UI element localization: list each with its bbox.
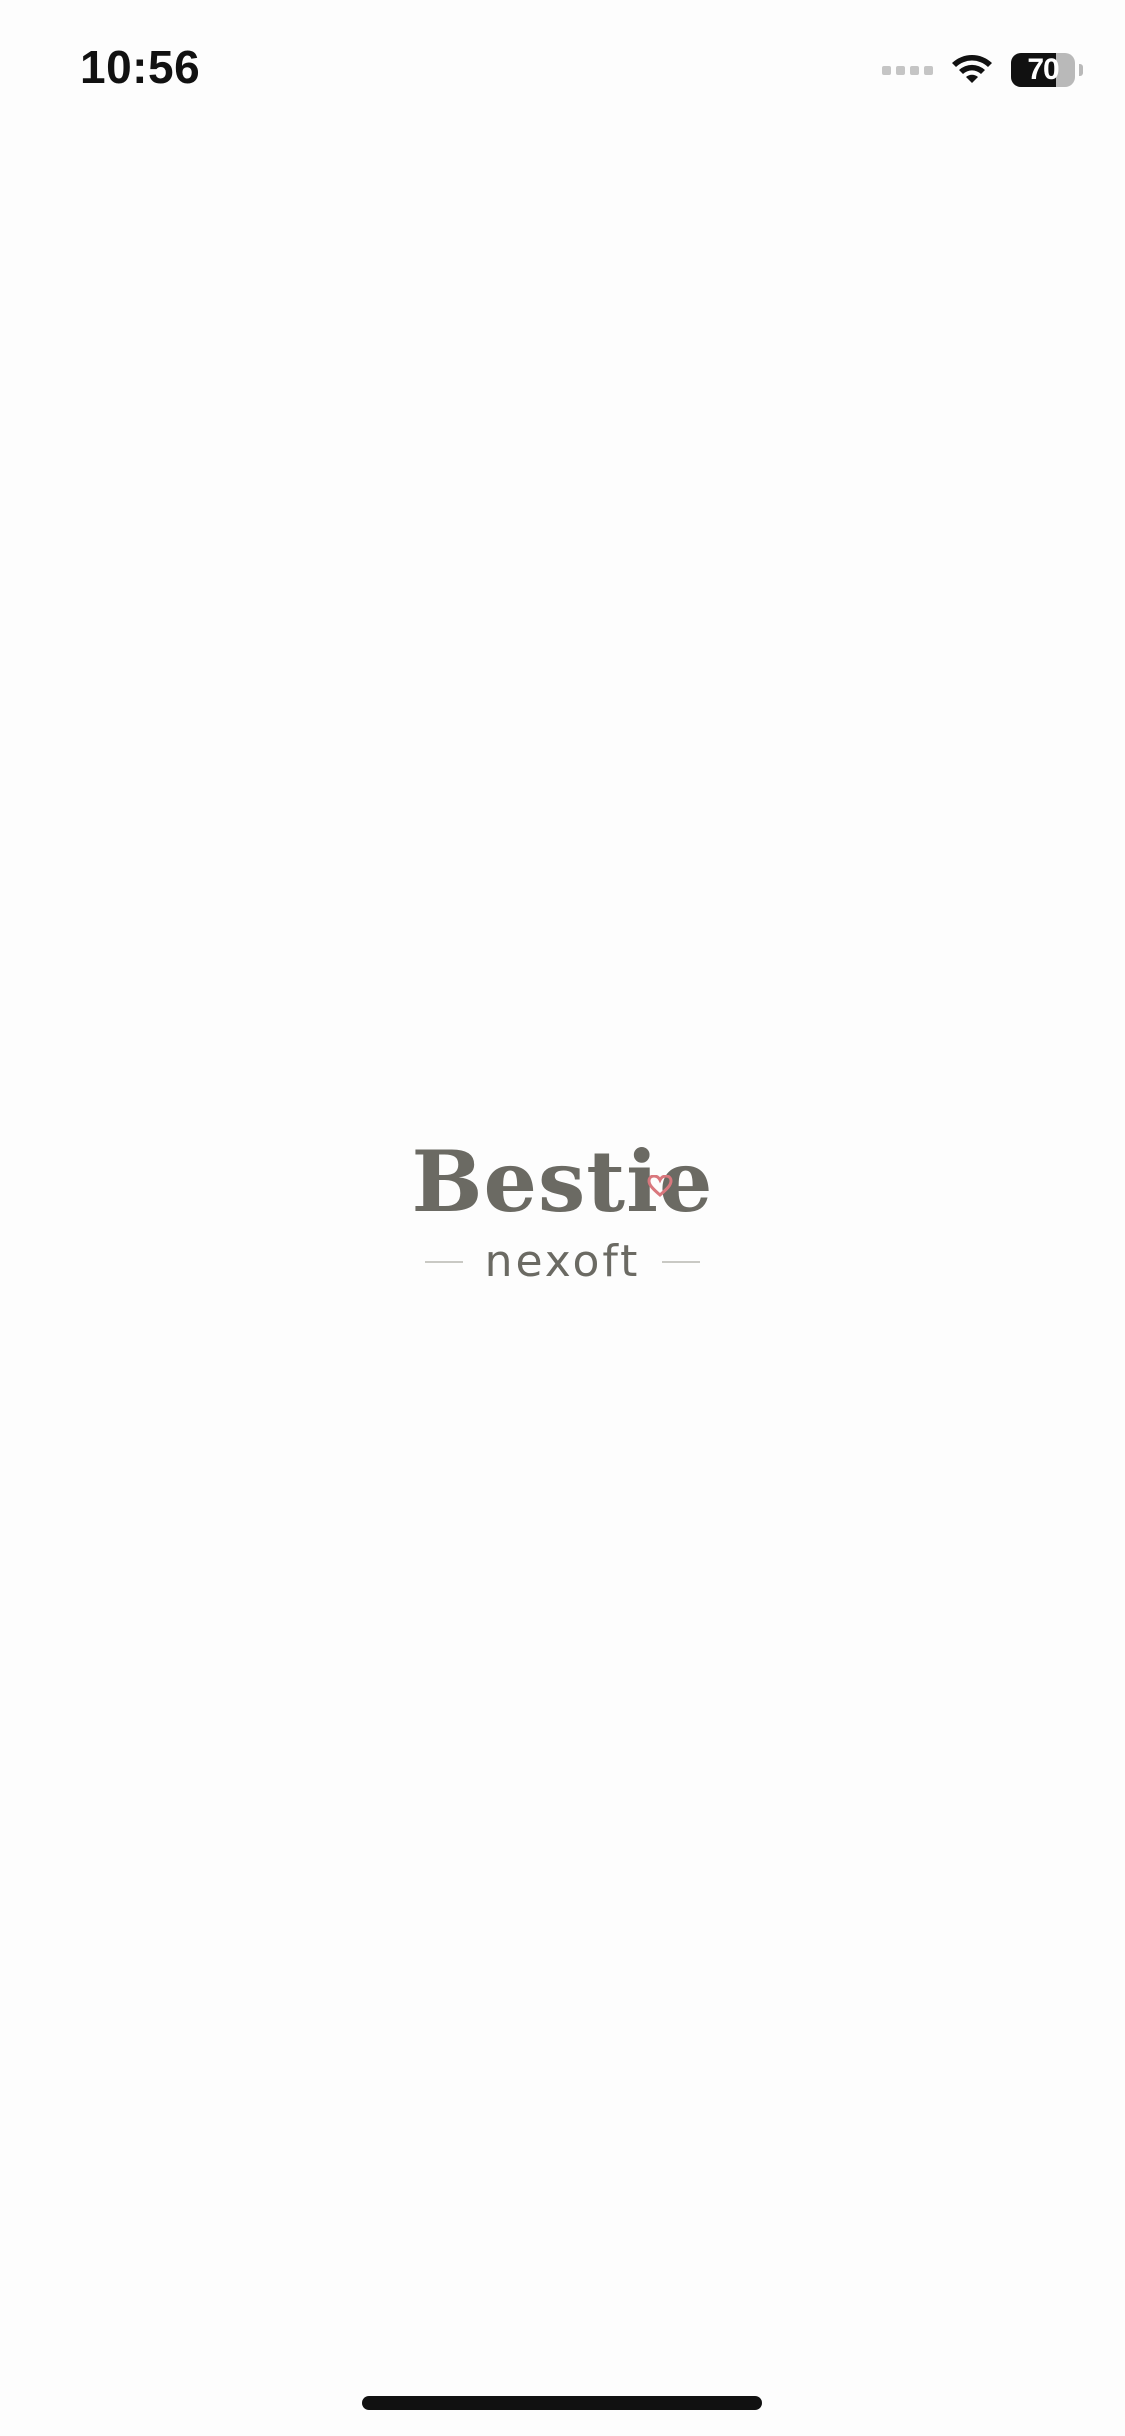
home-indicator[interactable] [362,2396,762,2410]
app-logo: Bestie nexoft [0,1140,1125,1284]
battery-icon: 70 [1011,53,1075,87]
logo-wordmark: Bestie [412,1140,714,1224]
divider [424,1261,463,1263]
heart-icon [647,1126,673,1210]
logo-subtitle: nexoft [484,1236,641,1287]
battery-cap [1079,64,1083,76]
cellular-signal-icon [882,65,933,75]
splash-screen: 10:56 70 Bestie nexoft [0,0,1125,2436]
logo-subtitle-row: nexoft [424,1236,701,1287]
divider [662,1261,701,1263]
wifi-icon [949,53,995,87]
status-icons: 70 [882,50,1083,90]
status-bar: 10:56 70 [0,0,1125,140]
status-time: 10:56 [80,41,201,93]
battery-level: 70 [1027,53,1059,86]
